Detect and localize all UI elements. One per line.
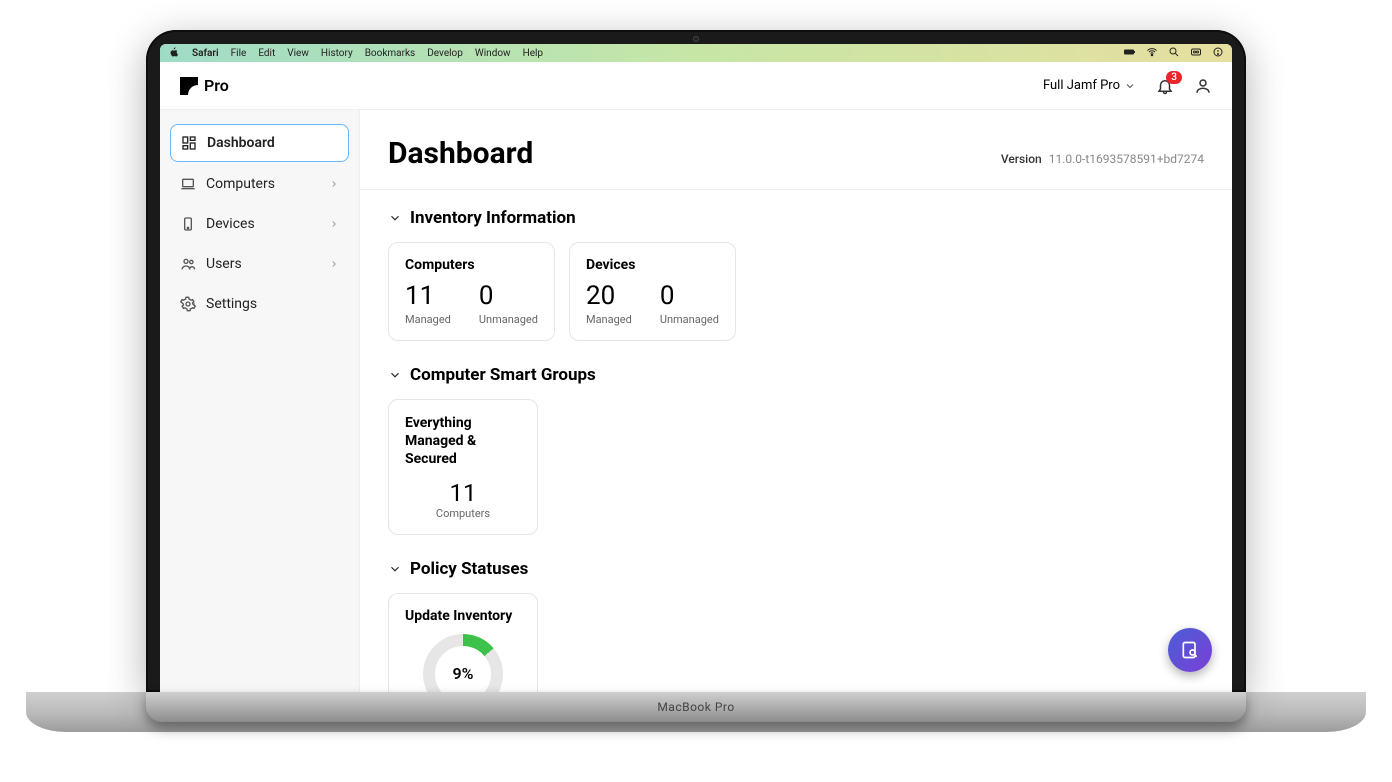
smart-group-unit: Computers xyxy=(405,507,521,520)
sidebar-item-computers[interactable]: Computers xyxy=(170,166,349,202)
smart-groups-toggle[interactable]: Computer Smart Groups xyxy=(388,365,1204,385)
devices-card-title: Devices xyxy=(586,257,719,273)
smart-group-card-title: Everything Managed & Secured xyxy=(405,414,521,469)
inventory-section-toggle[interactable]: Inventory Information xyxy=(388,208,1204,228)
sidebar-item-settings[interactable]: Settings xyxy=(170,286,349,322)
computers-card[interactable]: Computers 11 Managed 0 Unmanaged xyxy=(388,242,555,341)
dashboard-icon xyxy=(181,135,197,151)
sidebar-item-label: Computers xyxy=(206,176,275,192)
menubar-app-name[interactable]: Safari xyxy=(192,48,219,59)
chevron-right-icon xyxy=(329,179,339,189)
smart-groups-title: Computer Smart Groups xyxy=(410,365,596,385)
policy-title: Policy Statuses xyxy=(410,559,528,579)
apple-icon[interactable] xyxy=(168,46,180,61)
app-header: Pro Full Jamf Pro 3 xyxy=(160,62,1232,110)
sidebar-item-label: Dashboard xyxy=(207,135,275,151)
sidebar-item-users[interactable]: Users xyxy=(170,246,349,282)
smart-group-count: 11 xyxy=(405,479,521,507)
chevron-right-icon xyxy=(329,259,339,269)
account-label: Full Jamf Pro xyxy=(1043,78,1120,93)
sidebar-item-label: Settings xyxy=(206,296,257,312)
screen: Safari File Edit View History Bookmarks … xyxy=(160,44,1232,692)
macos-menubar: Safari File Edit View History Bookmarks … xyxy=(160,44,1232,62)
app-body: Dashboard Computers Devices Users xyxy=(160,110,1232,692)
laptop-base: MacBook Pro xyxy=(146,692,1246,722)
policy-donut-value: 9% xyxy=(435,646,491,692)
control-center-icon[interactable] xyxy=(1190,46,1202,61)
chevron-right-icon xyxy=(329,219,339,229)
computers-managed-count: 11 xyxy=(405,283,451,309)
search-assistant-fab[interactable] xyxy=(1168,628,1212,672)
users-icon xyxy=(180,256,196,272)
version-number: 11.0.0-t1693578591+bd7274 xyxy=(1049,152,1204,166)
version-label: Version xyxy=(1001,152,1042,166)
devices-unmanaged-label: Unmanaged xyxy=(660,313,719,326)
computers-card-title: Computers xyxy=(405,257,538,273)
search-icon[interactable] xyxy=(1168,46,1180,61)
policy-section-toggle[interactable]: Policy Statuses xyxy=(388,559,1204,579)
profile-button[interactable] xyxy=(1194,77,1212,95)
chevron-down-icon xyxy=(388,211,402,225)
chevron-down-icon xyxy=(388,368,402,382)
inventory-section: Inventory Information Computers 11 Manag… xyxy=(360,190,1232,347)
sidebar-item-devices[interactable]: Devices xyxy=(170,206,349,242)
policy-section: Policy Statuses Update Inventory 9% xyxy=(360,541,1232,692)
version-info: Version 11.0.0-t1693578591+bd7274 xyxy=(1001,152,1204,166)
gear-icon xyxy=(180,296,196,312)
menubar-item-file[interactable]: File xyxy=(231,48,247,59)
account-dropdown[interactable]: Full Jamf Pro xyxy=(1043,78,1136,93)
battery-icon[interactable] xyxy=(1124,46,1136,61)
devices-managed-count: 20 xyxy=(586,283,632,309)
sidebar-item-label: Users xyxy=(206,256,242,272)
laptop-icon xyxy=(180,176,196,192)
sidebar: Dashboard Computers Devices Users xyxy=(160,110,360,692)
menubar-item-history[interactable]: History xyxy=(321,48,353,59)
computers-unmanaged-count: 0 xyxy=(479,283,538,309)
policy-card-title: Update Inventory xyxy=(405,608,521,624)
policy-donut-chart: 9% xyxy=(423,634,503,692)
page-title: Dashboard xyxy=(388,136,533,171)
logo-text: Pro xyxy=(204,76,229,95)
menubar-item-edit[interactable]: Edit xyxy=(258,48,275,59)
inventory-title: Inventory Information xyxy=(410,208,576,228)
smart-groups-section: Computer Smart Groups Everything Managed… xyxy=(360,347,1232,541)
menubar-item-window[interactable]: Window xyxy=(475,48,511,59)
devices-unmanaged-count: 0 xyxy=(660,283,719,309)
page-header: Dashboard Version 11.0.0-t1693578591+bd7… xyxy=(360,110,1232,190)
menubar-item-view[interactable]: View xyxy=(287,48,309,59)
laptop-model-label: MacBook Pro xyxy=(657,700,734,714)
chevron-down-icon xyxy=(1124,80,1136,92)
main-content: Dashboard Version 11.0.0-t1693578591+bd7… xyxy=(360,110,1232,692)
sidebar-item-label: Devices xyxy=(206,216,255,232)
laptop-frame: Safari File Edit View History Bookmarks … xyxy=(146,30,1246,722)
devices-managed-label: Managed xyxy=(586,313,632,326)
menubar-item-develop[interactable]: Develop xyxy=(427,48,463,59)
search-doc-icon xyxy=(1180,640,1200,660)
computers-unmanaged-label: Unmanaged xyxy=(479,313,538,326)
menubar-extra-icon[interactable] xyxy=(1212,46,1224,61)
laptop-bezel: Safari File Edit View History Bookmarks … xyxy=(146,30,1246,692)
computers-managed-label: Managed xyxy=(405,313,451,326)
wifi-icon[interactable] xyxy=(1146,46,1158,61)
logo-mark-icon xyxy=(180,77,198,95)
camera-dot xyxy=(693,36,699,42)
device-icon xyxy=(180,216,196,232)
menubar-item-bookmarks[interactable]: Bookmarks xyxy=(365,48,416,59)
menubar-item-help[interactable]: Help xyxy=(523,48,543,59)
devices-card[interactable]: Devices 20 Managed 0 Unmanaged xyxy=(569,242,736,341)
sidebar-item-dashboard[interactable]: Dashboard xyxy=(170,124,349,162)
user-icon xyxy=(1194,77,1212,95)
smart-group-card[interactable]: Everything Managed & Secured 11 Computer… xyxy=(388,399,538,535)
notifications-button[interactable]: 3 xyxy=(1156,77,1174,95)
chevron-down-icon xyxy=(388,562,402,576)
app-logo[interactable]: Pro xyxy=(180,76,229,95)
policy-card[interactable]: Update Inventory 9% xyxy=(388,593,538,692)
notification-badge: 3 xyxy=(1166,71,1182,84)
